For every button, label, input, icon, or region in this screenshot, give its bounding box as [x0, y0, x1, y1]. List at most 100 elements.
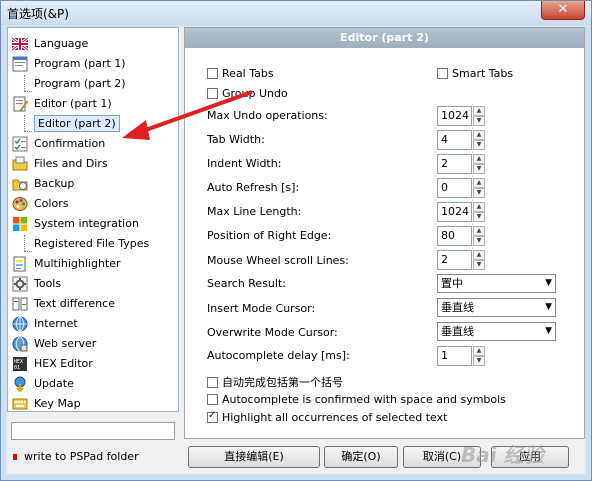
nav-item-label: Colors: [34, 197, 69, 210]
tab-width-spinner[interactable]: 4 ▲ ▼: [437, 130, 485, 150]
search-result-select[interactable]: 置中 ▼: [437, 274, 556, 293]
spin-down-button[interactable]: ▼: [473, 260, 485, 270]
spin-down-button[interactable]: ▼: [473, 356, 485, 366]
nav-item-key-map[interactable]: Key Map: [12, 394, 81, 413]
chevron-down-icon[interactable]: ▼: [545, 299, 552, 316]
spin-up-button[interactable]: ▲: [473, 106, 485, 116]
indent-width-spinner[interactable]: 2 ▲ ▼: [437, 154, 485, 174]
nav-filter-input[interactable]: [11, 422, 175, 440]
spin-up-button[interactable]: ▲: [473, 178, 485, 188]
spin-down-button[interactable]: ▼: [473, 212, 485, 222]
right-edge-value[interactable]: 80: [437, 226, 472, 246]
tree-line: [24, 75, 25, 91]
nav-item-colors[interactable]: Colors: [12, 194, 68, 213]
group-undo-checkbox[interactable]: Group Undo: [207, 87, 288, 100]
nav-item-language[interactable]: Language: [11, 34, 89, 53]
checkbox-label: Real Tabs: [222, 67, 274, 80]
nav-item-backup[interactable]: Backup: [12, 174, 74, 193]
nav-item-files-and-dirs[interactable]: Files and Dirs: [12, 154, 108, 173]
insert-cursor-value: 垂直线: [441, 301, 474, 314]
spin-down-button[interactable]: ▼: [473, 140, 485, 150]
checkbox-label: Group Undo: [222, 87, 288, 100]
max-undo-value[interactable]: 1024: [437, 106, 472, 126]
checkbox-box[interactable]: [207, 394, 218, 405]
chevron-down-icon[interactable]: ▼: [545, 323, 552, 340]
spin-up-button[interactable]: ▲: [473, 250, 485, 260]
autocomplete-confirm-checkbox[interactable]: Autocomplete is confirmed with space and…: [207, 393, 506, 406]
indent-width-value[interactable]: 2: [437, 154, 472, 174]
wheel-lines-value[interactable]: 2: [437, 250, 472, 270]
real-tabs-checkbox[interactable]: Real Tabs: [207, 67, 274, 80]
files-icon: [12, 156, 28, 172]
right-edge-spinner[interactable]: 80 ▲ ▼: [437, 226, 485, 246]
max-line-length-value[interactable]: 1024: [437, 202, 472, 222]
autocomplete-delay-spinner[interactable]: 1 ▲ ▼: [437, 346, 485, 366]
spin-up-button[interactable]: ▲: [473, 154, 485, 164]
dialog-client: Language Program (part 1) Program (part …: [7, 27, 585, 474]
search-result-value: 置中: [441, 277, 463, 290]
nav-item-hex-editor[interactable]: HEX 01 HEX Editor: [12, 354, 93, 373]
update-icon: [12, 376, 28, 392]
search-result-label: Search Result:: [207, 277, 286, 290]
settings-panel: Editor (part 2) Real Tabs Smart Tabs Gro…: [184, 27, 585, 439]
checkbox-box[interactable]: [207, 410, 218, 423]
auto-refresh-value[interactable]: 0: [437, 178, 472, 198]
nav-item-tools[interactable]: Tools: [12, 274, 61, 293]
checkbox-box[interactable]: [207, 68, 218, 79]
direct-edit-button[interactable]: 直接编辑(E): [188, 446, 320, 468]
spin-up-button[interactable]: ▲: [473, 130, 485, 140]
nav-item-label: Program (part 2): [34, 77, 126, 90]
max-line-length-spinner[interactable]: 1024 ▲ ▼: [437, 202, 485, 222]
preferences-dialog: 首选项(&P) ✕ Language Program (part 1) Prog…: [0, 0, 592, 481]
nav-item-registered-file-types[interactable]: Registered File Types: [34, 234, 149, 253]
overwrite-cursor-value: 垂直线: [441, 325, 474, 338]
nav-item-multihighlighter[interactable]: Multihighlighter: [12, 254, 121, 273]
autocomplete-delay-value[interactable]: 1: [437, 346, 472, 366]
web-server-icon: [12, 336, 28, 352]
spin-down-button[interactable]: ▼: [473, 164, 485, 174]
checkbox-box[interactable]: [207, 88, 218, 99]
smart-tabs-checkbox[interactable]: Smart Tabs: [437, 67, 513, 80]
window-title: 首选项(&P): [7, 7, 69, 21]
chevron-down-icon[interactable]: ▼: [545, 275, 552, 292]
nav-item-system-integration[interactable]: System integration: [12, 214, 139, 233]
nav-item-confirmation[interactable]: Confirmation: [12, 134, 105, 153]
nav-item-program-part1[interactable]: Program (part 1): [12, 54, 126, 73]
checkbox-box[interactable]: [207, 376, 218, 388]
overwrite-cursor-select[interactable]: 垂直线 ▼: [437, 322, 556, 341]
nav-item-internet[interactable]: Internet: [12, 314, 78, 333]
wheel-lines-spinner[interactable]: 2 ▲ ▼: [437, 250, 485, 270]
ok-button[interactable]: 确定(O): [324, 446, 398, 468]
program-icon: [12, 56, 28, 72]
nav-item-label: Language: [34, 37, 89, 50]
checkbox-label: Highlight all occurrences of selected te…: [222, 411, 448, 424]
nav-item-update[interactable]: Update: [12, 374, 74, 393]
nav-item-label: Tools: [34, 277, 62, 290]
max-undo-spinner[interactable]: 1024 ▲ ▼: [437, 106, 485, 126]
checkbox-label: Autocomplete is confirmed with space and…: [222, 393, 506, 406]
nav-item-program-part2[interactable]: Program (part 2): [34, 74, 126, 93]
spin-down-button[interactable]: ▼: [473, 116, 485, 126]
hex-icon: HEX 01: [12, 356, 28, 372]
spin-up-button[interactable]: ▲: [473, 346, 485, 356]
checkbox-box[interactable]: [437, 68, 448, 79]
spin-down-button[interactable]: ▼: [473, 236, 485, 246]
auto-bracket-checkbox[interactable]: 自动完成包括第一个括号: [207, 374, 343, 390]
auto-refresh-label: Auto Refresh [s]:: [207, 181, 300, 194]
nav-item-web-server[interactable]: Web server: [12, 334, 96, 353]
nav-item-label: Multihighlighter: [34, 257, 121, 270]
close-icon: ✕: [557, 2, 569, 17]
highlight-all-checkbox[interactable]: Highlight all occurrences of selected te…: [207, 410, 448, 424]
close-button[interactable]: ✕: [541, 1, 585, 20]
tab-width-value[interactable]: 4: [437, 130, 472, 150]
auto-refresh-spinner[interactable]: 0 ▲ ▼: [437, 178, 485, 198]
insert-cursor-select[interactable]: 垂直线 ▼: [437, 298, 556, 317]
nav-item-text-difference[interactable]: Text difference: [12, 294, 115, 313]
nav-item-editor-part2[interactable]: Editor (part 2): [34, 114, 120, 133]
nav-item-label: HEX Editor: [34, 357, 93, 370]
spin-up-button[interactable]: ▲: [473, 202, 485, 212]
spin-up-button[interactable]: ▲: [473, 226, 485, 236]
editor-icon: [12, 96, 29, 112]
nav-item-editor-part1[interactable]: Editor (part 1): [12, 94, 112, 113]
spin-down-button[interactable]: ▼: [473, 188, 485, 198]
